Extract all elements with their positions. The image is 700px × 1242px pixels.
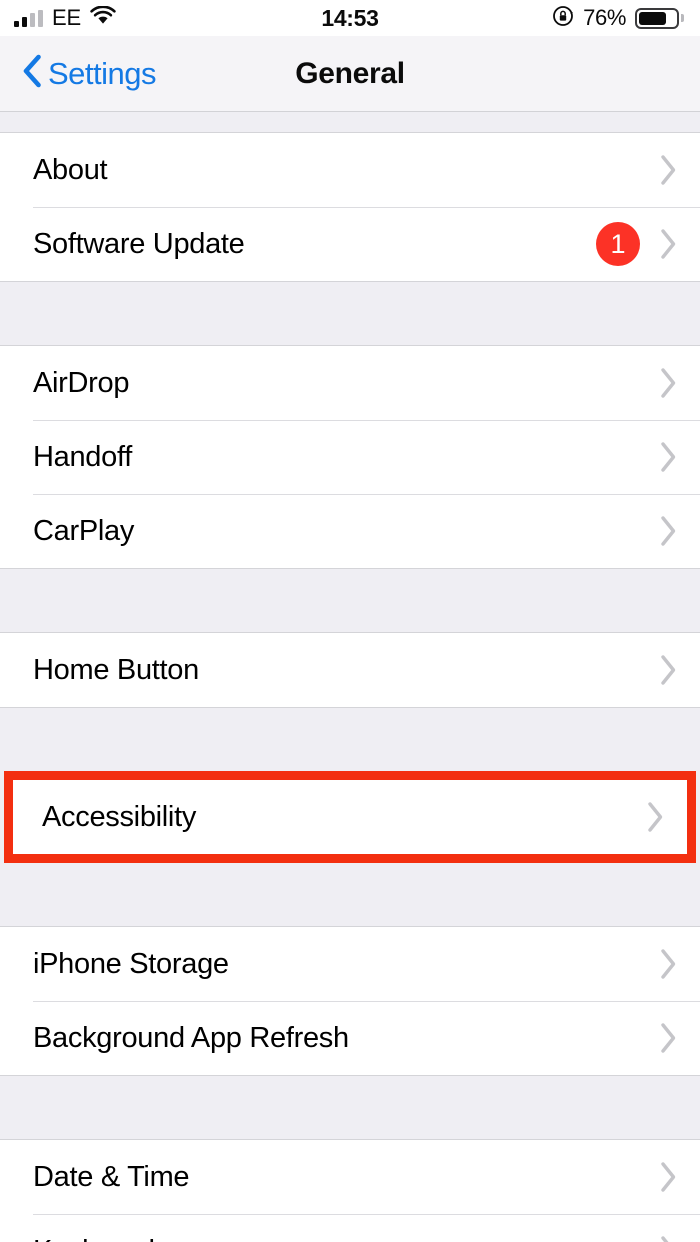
group-separator	[0, 863, 700, 926]
notification-badge: 1	[596, 222, 640, 266]
status-bar: EE 14:53 76%	[0, 0, 700, 36]
row-accessory	[658, 1234, 678, 1242]
row-accessory	[658, 1160, 678, 1194]
settings-group-hardware: Home Button	[0, 632, 700, 708]
row-accessory	[658, 440, 678, 474]
chevron-right-icon	[658, 440, 678, 474]
settings-row-home-button[interactable]: Home Button	[0, 633, 700, 707]
chevron-right-icon	[658, 153, 678, 187]
row-accessory	[658, 947, 678, 981]
row-accessory	[658, 653, 678, 687]
settings-row-label: Handoff	[33, 440, 132, 473]
status-bar-right: 76%	[552, 5, 684, 32]
navigation-bar: Settings General	[0, 36, 700, 112]
chevron-right-icon	[658, 227, 678, 261]
settings-row-iphone-storage[interactable]: iPhone Storage	[0, 927, 700, 1001]
settings-list[interactable]: About Software Update 1 AirDrop Handoff CarPl…	[0, 112, 700, 1242]
chevron-right-icon	[658, 947, 678, 981]
group-separator	[0, 708, 700, 771]
chevron-right-icon	[658, 653, 678, 687]
chevron-right-icon	[645, 800, 665, 834]
settings-row-label: About	[33, 153, 108, 186]
cellular-signal-icon	[14, 9, 43, 27]
group-separator	[0, 112, 700, 132]
settings-row-label: Accessibility	[42, 800, 197, 833]
settings-row-accessibility[interactable]: Accessibility	[13, 780, 687, 854]
back-button-label: Settings	[48, 55, 157, 91]
chevron-right-icon	[658, 366, 678, 400]
settings-group-info: About Software Update 1	[0, 132, 700, 282]
settings-row-about[interactable]: About	[0, 133, 700, 207]
settings-row-label: Keyboard	[33, 1235, 658, 1242]
settings-row-label: iPhone Storage	[33, 947, 229, 980]
chevron-right-icon	[658, 1234, 678, 1242]
settings-group-connectivity: AirDrop Handoff CarPlay	[0, 345, 700, 569]
battery-percent-label: 76%	[583, 5, 626, 30]
settings-group-system: Date & Time Keyboard	[0, 1139, 700, 1242]
chevron-right-icon	[658, 1021, 678, 1055]
settings-row-label: Background App Refresh	[33, 1021, 349, 1054]
settings-row-handoff[interactable]: Handoff	[0, 420, 700, 494]
status-bar-left: EE	[14, 5, 116, 31]
chevron-right-icon	[658, 514, 678, 548]
rotation-lock-icon	[552, 5, 574, 32]
settings-group-accessibility: Accessibility	[4, 771, 696, 863]
settings-row-label: CarPlay	[33, 514, 135, 547]
settings-row-carplay[interactable]: CarPlay	[0, 494, 700, 568]
group-separator	[0, 282, 700, 345]
settings-row-airdrop[interactable]: AirDrop	[0, 346, 700, 420]
settings-row-keyboard[interactable]: Keyboard	[0, 1214, 700, 1242]
row-accessory	[658, 153, 678, 187]
settings-row-label: AirDrop	[33, 366, 130, 399]
settings-row-date-time[interactable]: Date & Time	[0, 1140, 700, 1214]
settings-group-storage: iPhone Storage Background App Refresh	[0, 926, 700, 1076]
chevron-left-icon	[22, 54, 42, 93]
row-accessory	[658, 514, 678, 548]
row-accessory	[658, 366, 678, 400]
settings-row-background-app-refresh[interactable]: Background App Refresh	[0, 1001, 700, 1075]
battery-icon	[635, 7, 684, 29]
row-accessory	[645, 800, 665, 834]
row-accessory: 1	[596, 222, 678, 266]
settings-row-label: Date & Time	[33, 1160, 190, 1193]
group-separator	[0, 569, 700, 632]
settings-row-label: Software Update	[33, 227, 245, 260]
wifi-icon	[90, 5, 116, 30]
group-separator	[0, 1076, 700, 1139]
back-button[interactable]: Settings	[0, 54, 157, 93]
settings-row-software-update[interactable]: Software Update 1	[0, 207, 700, 281]
settings-row-label: Home Button	[33, 653, 199, 686]
row-accessory	[658, 1021, 678, 1055]
carrier-label: EE	[52, 5, 81, 30]
chevron-right-icon	[658, 1160, 678, 1194]
